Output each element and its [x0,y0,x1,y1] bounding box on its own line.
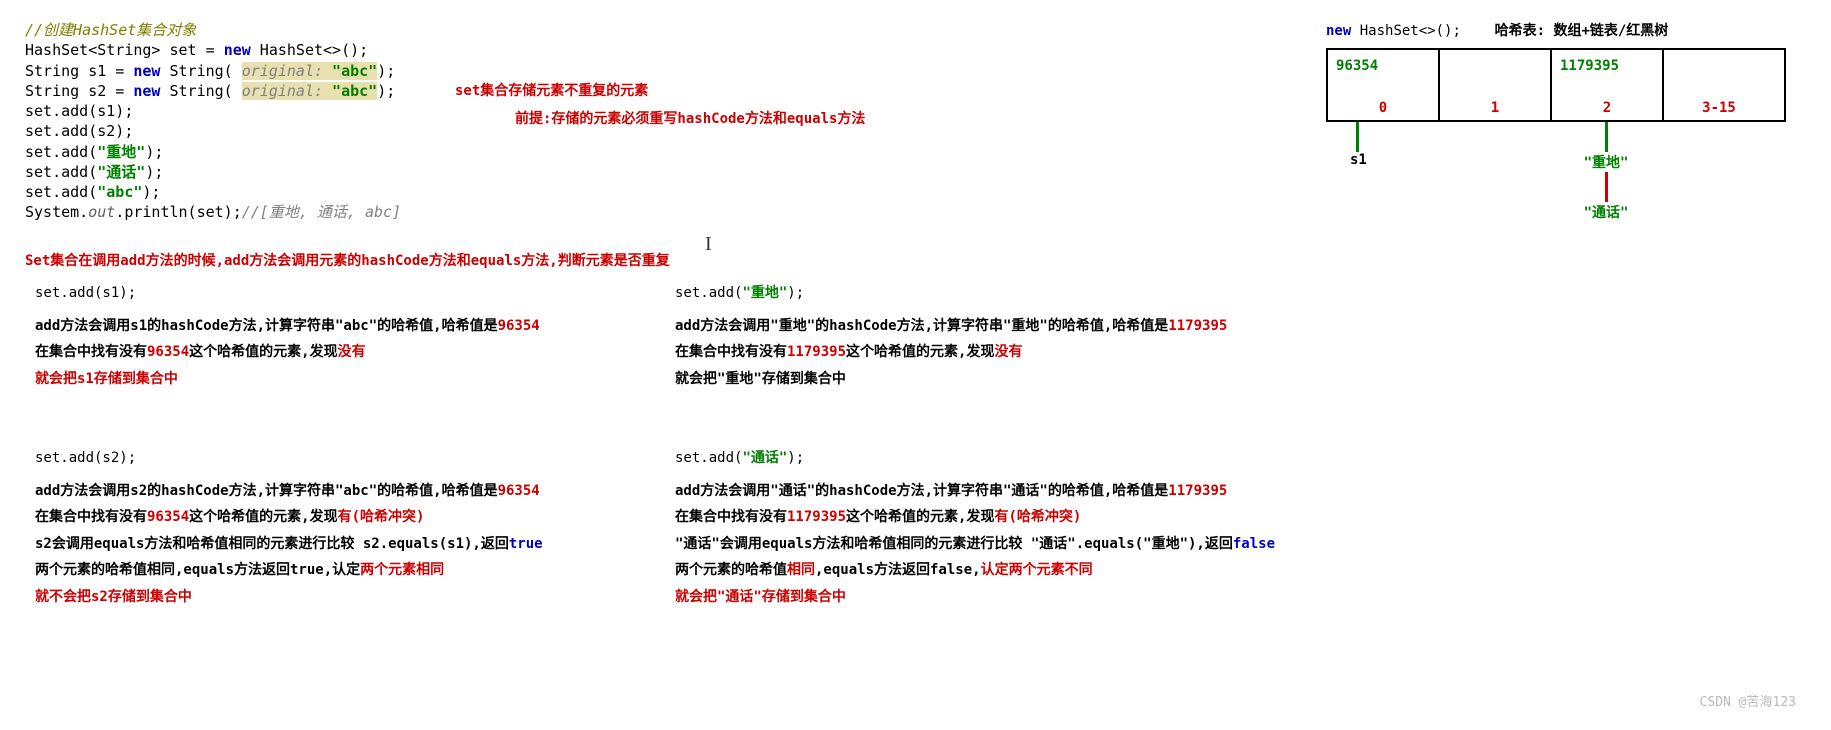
block-right-1: set.add("重地"); add方法会调用"重地"的hashCode方法,计… [675,280,1227,392]
code-snippet: set.add(s1); [35,280,540,307]
block-left-1: set.add(s1); add方法会调用s1的hashCode方法,计算字符串… [35,280,540,392]
text-cursor-icon: I [705,233,712,256]
diagram-node-tonghua: "通话" [1550,202,1662,222]
code-snippet: set.add(s2); [35,445,543,472]
ht-cell-3: 3-15 [1664,50,1774,120]
code-block: //创建HashSet集合对象 HashSet<String> set = ne… [25,20,925,223]
diagram-node-s1: s1 [1326,152,1438,168]
ann-top-2: 前提:存储的元素必须重写hashCode方法和equals方法 [455,108,955,128]
ht-cell-0: 96354 0 [1328,50,1440,120]
block-right-2: set.add("通话"); add方法会调用"通话"的hashCode方法,计… [675,445,1275,611]
hashtable-grid: 96354 0 1 1179395 2 3-15 [1326,48,1786,122]
hashtable-diagram: new HashSet<>(); 哈希表: 数组+链表/红黑树 96354 0 … [1326,20,1786,222]
watermark: CSDN @苦海123 [1700,691,1796,710]
code-snippet: set.add("重地"); [675,280,1227,307]
sub-heading-red: Set集合在调用add方法的时候,add方法会调用元素的hashCode方法和e… [25,250,670,270]
ht-cell-2: 1179395 2 [1552,50,1664,120]
diagram-caption: new HashSet<>(); 哈希表: 数组+链表/红黑树 [1326,20,1786,40]
code-snippet: set.add("通话"); [675,445,1275,472]
diagram-node-zhongdi: "重地" [1550,152,1662,172]
ann-top-1: set集合存储元素不重复的元素 [455,80,955,100]
ht-cell-1: 1 [1440,50,1552,120]
block-left-2: set.add(s2); add方法会调用s2的hashCode方法,计算字符串… [35,445,543,611]
top-red-annotations: set集合存储元素不重复的元素 前提:存储的元素必须重写hashCode方法和e… [455,80,955,128]
